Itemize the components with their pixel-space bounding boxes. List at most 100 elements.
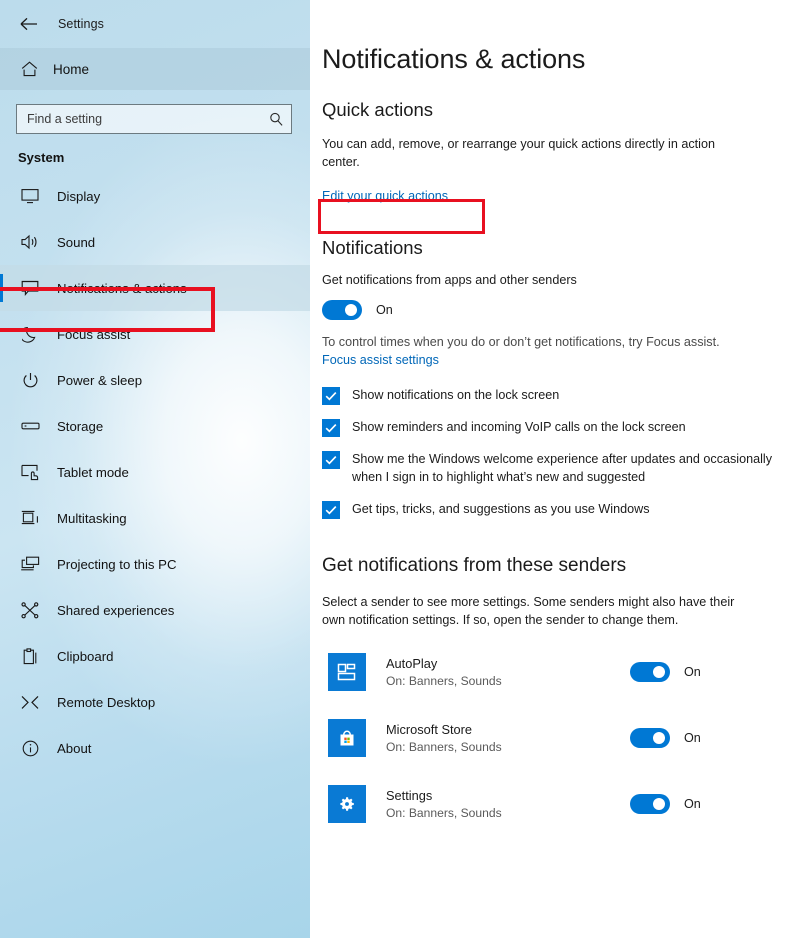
- sidebar-item-power-sleep[interactable]: Power & sleep: [0, 357, 310, 403]
- moon-icon: [20, 324, 40, 344]
- sidebar-item-display[interactable]: Display: [0, 173, 310, 219]
- checkbox-row[interactable]: Show reminders and incoming VoIP calls o…: [322, 419, 800, 437]
- sender-toggle[interactable]: [630, 794, 670, 815]
- notification-balloon-icon: [20, 278, 40, 298]
- sidebar-item-label: Notifications & actions: [57, 280, 187, 296]
- gear-icon: [328, 785, 366, 824]
- checkbox-label: Get tips, tricks, and suggestions as you…: [352, 501, 650, 516]
- sidebar-group-title: System: [18, 150, 65, 165]
- sender-status: On: Banners, Sounds: [386, 805, 502, 820]
- sidebar-item-sound[interactable]: Sound: [0, 219, 310, 265]
- notifications-section: Notifications Get notifications from app…: [322, 237, 800, 519]
- search-icon[interactable]: [269, 112, 283, 126]
- sidebar-item-label: Multitasking: [57, 510, 127, 526]
- senders-description: Select a sender to see more settings. So…: [322, 594, 735, 627]
- notifications-master-toggle[interactable]: [322, 299, 362, 320]
- sidebar: Settings Home Syste: [0, 0, 310, 938]
- sender-toggle[interactable]: [630, 728, 670, 749]
- sender-status: On: Banners, Sounds: [386, 673, 502, 688]
- sidebar-item-notifications-actions[interactable]: Notifications & actions: [0, 265, 310, 311]
- back-arrow-icon[interactable]: [14, 9, 44, 39]
- checkbox-row[interactable]: Show notifications on the lock screen: [322, 387, 800, 405]
- title-bar: Settings: [0, 0, 310, 48]
- sidebar-item-home[interactable]: Home: [0, 48, 310, 90]
- app-title: Settings: [58, 17, 104, 31]
- notifications-checkbox-list: Show notifications on the lock screen Sh…: [322, 387, 800, 519]
- sender-meta: Microsoft Store On: Banners, Sounds: [386, 721, 630, 756]
- checkbox-label: Show reminders and incoming VoIP calls o…: [352, 420, 686, 434]
- search-input[interactable]: [17, 105, 291, 133]
- sender-toggle-group: On: [630, 728, 800, 749]
- remote-desktop-icon: [20, 692, 40, 712]
- sender-toggle-group: On: [630, 794, 800, 815]
- sidebar-item-label: Focus assist: [57, 326, 131, 342]
- autoplay-tile-icon: [328, 653, 366, 692]
- sender-row[interactable]: AutoPlay On: Banners, Sounds On: [322, 651, 800, 693]
- sender-row[interactable]: Settings On: Banners, Sounds On: [322, 783, 800, 825]
- sidebar-item-label: Remote Desktop: [57, 694, 156, 710]
- edit-quick-actions-link[interactable]: Edit your quick actions: [322, 189, 448, 203]
- senders-section: Get notifications from these senders Sel…: [322, 555, 800, 826]
- quick-actions-link-row: Edit your quick actions: [322, 187, 800, 211]
- sidebar-item-label: Tablet mode: [57, 464, 129, 480]
- sidebar-item-shared-experiences[interactable]: Shared experiences: [0, 587, 310, 633]
- settings-window: Settings Home Syste: [0, 0, 800, 938]
- sender-toggle-state: On: [684, 665, 701, 680]
- checkbox-checked-icon[interactable]: [322, 500, 340, 519]
- sidebar-item-focus-assist[interactable]: Focus assist: [0, 311, 310, 357]
- sidebar-item-remote-desktop[interactable]: Remote Desktop: [0, 679, 310, 725]
- sender-name: AutoPlay: [386, 655, 438, 671]
- checkbox-row[interactable]: Show me the Windows welcome experience a…: [322, 451, 800, 487]
- page-title: Notifications & actions: [322, 44, 586, 74]
- share-nodes-icon: [20, 600, 40, 620]
- sidebar-item-label: Sound: [57, 234, 96, 250]
- sidebar-item-label: Display: [57, 188, 101, 204]
- sidebar-home-label: Home: [53, 61, 90, 77]
- sidebar-item-label: Projecting to this PC: [57, 556, 177, 572]
- quick-actions-heading: Quick actions: [322, 99, 434, 120]
- sender-toggle-state: On: [684, 797, 701, 812]
- sidebar-item-label: Shared experiences: [57, 602, 175, 618]
- checkbox-checked-icon[interactable]: [322, 451, 340, 469]
- sidebar-item-multitasking[interactable]: Multitasking: [0, 495, 310, 541]
- senders-list: AutoPlay On: Banners, Sounds On Microsof…: [322, 651, 800, 825]
- sidebar-item-projecting[interactable]: Projecting to this PC: [0, 541, 310, 587]
- monitor-icon: [20, 186, 40, 206]
- notifications-toggle-row: On: [322, 299, 800, 320]
- focus-assist-hint: To control times when you do or don’t ge…: [322, 334, 720, 349]
- notifications-heading: Notifications: [322, 236, 423, 258]
- quick-actions-description: You can add, remove, or rearrange your q…: [322, 137, 715, 170]
- sender-status: On: Banners, Sounds: [386, 739, 502, 754]
- speaker-icon: [20, 232, 40, 252]
- focus-assist-settings-link[interactable]: Focus assist settings: [322, 353, 439, 367]
- search-box[interactable]: [16, 104, 292, 134]
- notifications-toggle-state: On: [376, 302, 393, 317]
- checkbox-label: Show me the Windows welcome experience a…: [352, 452, 773, 484]
- checkbox-checked-icon[interactable]: [322, 387, 340, 405]
- microsoft-store-icon: [328, 719, 366, 758]
- quick-actions-section: Quick actions You can add, remove, or re…: [322, 99, 800, 211]
- sidebar-item-label: About: [57, 740, 92, 756]
- sender-meta: Settings On: Banners, Sounds: [386, 787, 630, 822]
- checkbox-row[interactable]: Get tips, tricks, and suggestions as you…: [322, 500, 800, 519]
- clipboard-icon: [20, 646, 40, 666]
- sidebar-item-clipboard[interactable]: Clipboard: [0, 633, 310, 679]
- sidebar-item-label: Power & sleep: [57, 372, 143, 388]
- checkbox-checked-icon[interactable]: [322, 419, 340, 437]
- home-icon: [20, 60, 38, 78]
- sender-toggle-group: On: [630, 662, 800, 683]
- sidebar-item-tablet-mode[interactable]: Tablet mode: [0, 449, 310, 495]
- tablet-touch-icon: [20, 462, 40, 482]
- sidebar-item-storage[interactable]: Storage: [0, 403, 310, 449]
- drive-icon: [20, 416, 40, 436]
- sender-name: Microsoft Store: [386, 721, 473, 737]
- sender-row[interactable]: Microsoft Store On: Banners, Sounds On: [322, 717, 800, 759]
- main-content: Notifications & actions Quick actions Yo…: [310, 0, 800, 938]
- sender-meta: AutoPlay On: Banners, Sounds: [386, 655, 630, 690]
- sidebar-item-about[interactable]: About: [0, 725, 310, 771]
- power-icon: [20, 370, 40, 390]
- sender-toggle[interactable]: [630, 662, 670, 683]
- sidebar-item-label: Clipboard: [57, 648, 114, 664]
- info-circle-icon: [20, 738, 40, 758]
- sidebar-item-label: Storage: [57, 418, 104, 434]
